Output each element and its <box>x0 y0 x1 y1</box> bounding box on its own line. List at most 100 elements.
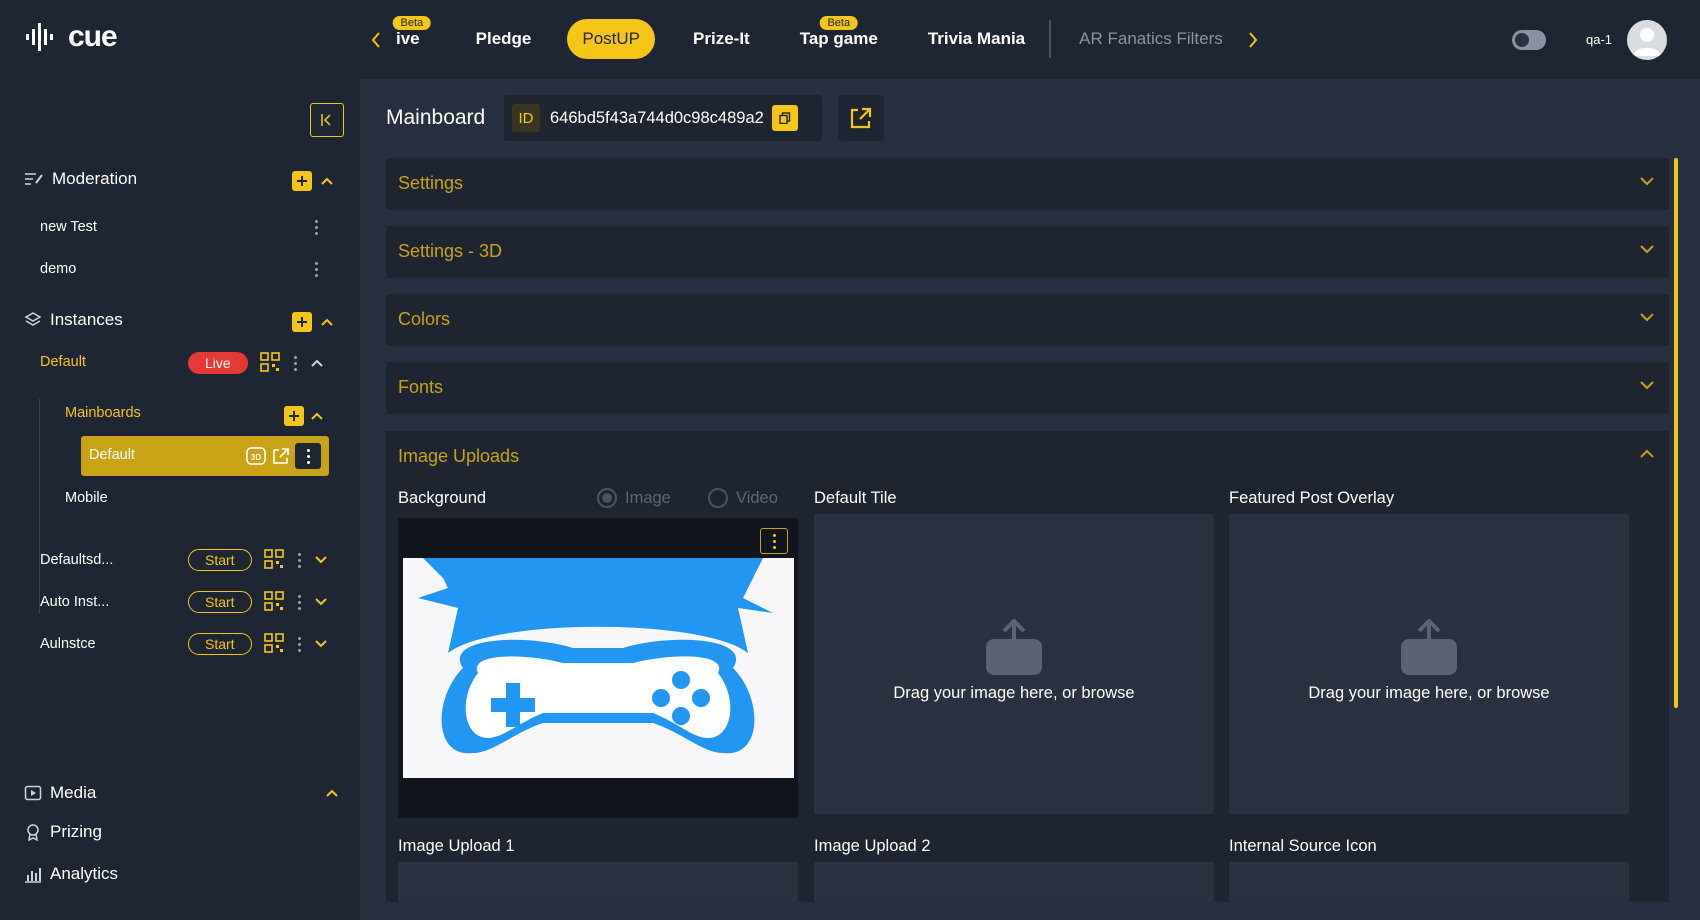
chevron-down-icon[interactable] <box>314 639 328 649</box>
tab-live[interactable]: Beta ive <box>390 16 434 59</box>
tab-trivia-mania[interactable]: Trivia Mania <box>914 19 1039 59</box>
qr-code-icon[interactable] <box>263 591 286 613</box>
instance-default[interactable]: Default <box>40 354 86 370</box>
chevron-down-icon[interactable] <box>314 597 328 607</box>
kebab-icon[interactable] <box>298 594 302 610</box>
scrollbar[interactable] <box>1674 158 1678 708</box>
external-link-icon[interactable] <box>271 446 291 466</box>
3d-icon[interactable]: 3D <box>246 446 266 466</box>
instances-label: Instances <box>50 310 123 329</box>
instance-item[interactable]: Auto Inst... <box>40 594 109 610</box>
tab-postup[interactable]: PostUP <box>567 19 656 59</box>
qr-code-icon[interactable] <box>263 633 286 655</box>
mainboard-menu-button[interactable] <box>295 443 321 469</box>
add-moderation-button[interactable] <box>292 171 312 191</box>
media-icon <box>24 785 42 801</box>
chevron-up-icon[interactable] <box>320 317 334 327</box>
radio-label: Image <box>625 488 671 507</box>
svg-text:3D: 3D <box>251 453 261 462</box>
moderation-header[interactable]: Moderation <box>24 169 137 189</box>
instances-header[interactable]: Instances <box>24 310 123 330</box>
kebab-icon[interactable] <box>298 636 302 652</box>
bottom-fade <box>360 902 1700 920</box>
instance-item[interactable]: Aulnstce <box>40 636 96 652</box>
avatar[interactable] <box>1627 20 1667 60</box>
kebab-icon <box>772 533 776 549</box>
mainboard-item-default[interactable]: Default 3D <box>81 436 329 476</box>
image-upload-1-label: Image Upload 1 <box>398 837 515 855</box>
start-button[interactable]: Start <box>188 591 252 613</box>
mainboard-id-box: ID 646bd5f43a744d0c98c489a2 <box>504 95 822 141</box>
moderation-item[interactable]: demo <box>40 261 76 277</box>
tab-prize-it[interactable]: Prize-It <box>679 19 764 59</box>
mainboard-label: Default <box>89 447 135 463</box>
tab-pledge[interactable]: Pledge <box>462 19 546 59</box>
chevron-down-icon[interactable] <box>314 555 328 565</box>
chevron-up-icon[interactable] <box>320 176 334 186</box>
instance-actions: Start <box>188 549 328 571</box>
chevron-up-icon[interactable] <box>310 411 324 421</box>
moderation-item-menu[interactable] <box>314 262 318 277</box>
image-upload-1-dropzone[interactable] <box>398 862 798 902</box>
tab-label: Prize-It <box>693 29 750 48</box>
kebab-icon[interactable] <box>294 355 298 371</box>
default-tile-dropzone[interactable]: Drag your image here, or browse <box>814 514 1214 814</box>
qr-code-icon[interactable] <box>263 549 286 571</box>
sidebar-item-prizing[interactable]: Prizing <box>24 822 102 842</box>
chevron-up-icon[interactable] <box>1639 449 1655 459</box>
moderation-item[interactable]: new Test <box>40 219 97 235</box>
tab-ar-fanatics-filters[interactable]: AR Fanatics Filters <box>1065 19 1237 59</box>
background-label: Background <box>398 489 487 507</box>
sidebar-item-analytics[interactable]: Analytics <box>24 864 118 884</box>
award-icon <box>27 824 39 841</box>
radio-dot <box>708 488 728 508</box>
radio-dot <box>597 488 617 508</box>
collapse-sidebar-button[interactable] <box>310 103 344 137</box>
mainboards-header[interactable]: Mainboards <box>65 405 141 421</box>
section-fonts[interactable]: Fonts <box>386 362 1669 414</box>
open-mainboard-button[interactable] <box>838 95 884 141</box>
radio-image[interactable]: Image <box>597 488 671 508</box>
nav-divider <box>1049 20 1052 58</box>
chevron-up-icon[interactable] <box>325 788 339 798</box>
mainboard-item-mobile[interactable]: Mobile <box>65 490 108 506</box>
theme-toggle[interactable] <box>1512 30 1546 50</box>
page-title: Mainboard <box>386 106 486 129</box>
internal-source-icon-dropzone[interactable] <box>1229 862 1629 902</box>
section-settings-3d[interactable]: Settings - 3D <box>386 226 1669 278</box>
radio-video[interactable]: Video <box>708 488 778 508</box>
cue-logo[interactable]: cue <box>24 20 118 54</box>
live-badge[interactable]: Live <box>188 352 248 374</box>
add-mainboard-button[interactable] <box>284 406 304 426</box>
section-title: Settings - 3D <box>398 241 503 261</box>
kebab-icon[interactable] <box>298 552 302 568</box>
qr-code-icon[interactable] <box>259 352 282 374</box>
nav-next-button[interactable] <box>1243 26 1263 54</box>
dropzone-text: Drag your image here, or browse <box>1308 684 1550 702</box>
tree-line <box>39 399 40 614</box>
add-instance-button[interactable] <box>292 312 312 332</box>
tab-tap-game[interactable]: Beta Tap game <box>786 16 892 59</box>
moderation-item-label: demo <box>40 261 77 277</box>
internal-source-icon-label: Internal Source Icon <box>1229 837 1377 855</box>
image-upload-2-dropzone[interactable] <box>814 862 1214 902</box>
section-settings[interactable]: Settings <box>386 158 1669 210</box>
radio-label: Video <box>736 488 778 507</box>
section-colors[interactable]: Colors <box>386 294 1669 346</box>
module-tabs: Beta ive Pledge PostUP Prize-It Beta Tap… <box>390 16 1237 62</box>
start-button[interactable]: Start <box>188 633 252 655</box>
mainboards-actions <box>284 406 324 426</box>
id-tag: ID <box>512 104 540 132</box>
moderation-item-menu[interactable] <box>314 220 318 235</box>
chevron-up-icon[interactable] <box>310 358 324 368</box>
copy-id-button[interactable] <box>771 105 798 131</box>
upload-icon <box>986 619 1042 675</box>
featured-overlay-dropzone[interactable]: Drag your image here, or browse <box>1229 514 1629 814</box>
mainboard-label: Mobile <box>65 490 108 506</box>
sidebar-item-media[interactable]: Media <box>24 783 96 803</box>
section-title[interactable]: Image Uploads <box>398 446 519 467</box>
start-button[interactable]: Start <box>188 549 252 571</box>
nav-prev-button[interactable] <box>366 26 386 54</box>
instance-item[interactable]: Defaultsd... <box>40 552 113 568</box>
background-menu-button[interactable] <box>760 528 788 554</box>
